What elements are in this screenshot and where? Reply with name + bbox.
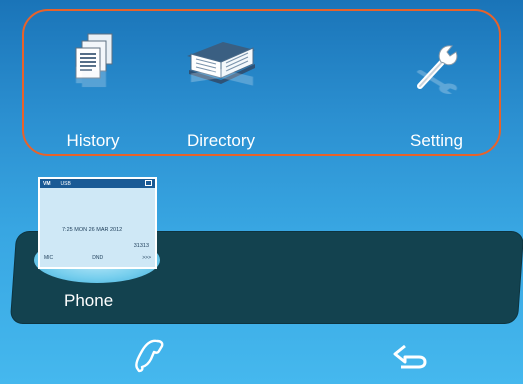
phone-datetime: 7:25 MON 26 MAR 2012 [62, 227, 123, 233]
handset-icon [133, 337, 167, 379]
back-arrow-icon [391, 340, 431, 376]
history-app[interactable]: History [38, 0, 148, 150]
softkey-mic: MIC [44, 255, 54, 261]
usb-indicator: USB [60, 180, 71, 187]
voicemail-indicator: VM [43, 180, 51, 187]
history-icon-reflection [70, 58, 116, 92]
directory-label: Directory [186, 131, 255, 150]
handset-button[interactable] [125, 336, 175, 380]
setting-label: Setting [410, 131, 463, 150]
phone-extension: 31313 [133, 243, 149, 249]
back-button[interactable] [386, 336, 436, 380]
directory-app[interactable]: Directory [166, 0, 276, 150]
history-label: History [66, 131, 120, 150]
softkey-more: >>> [142, 255, 151, 261]
screen-mode-icon [145, 179, 152, 188]
phone-softkeys: MIC DND >>> [44, 255, 151, 261]
phone-label: Phone [64, 291, 114, 310]
phone-status-bar: VM USB [40, 179, 155, 188]
book-icon-reflection [183, 63, 259, 91]
wrench-icon-reflection [414, 66, 464, 96]
phone-app-thumbnail[interactable]: VM USB 7:25 MON 26 MAR 2012 31313 MIC DN… [38, 177, 157, 269]
setting-app[interactable]: Setting [384, 0, 494, 150]
softkey-dnd: DND [92, 255, 104, 261]
